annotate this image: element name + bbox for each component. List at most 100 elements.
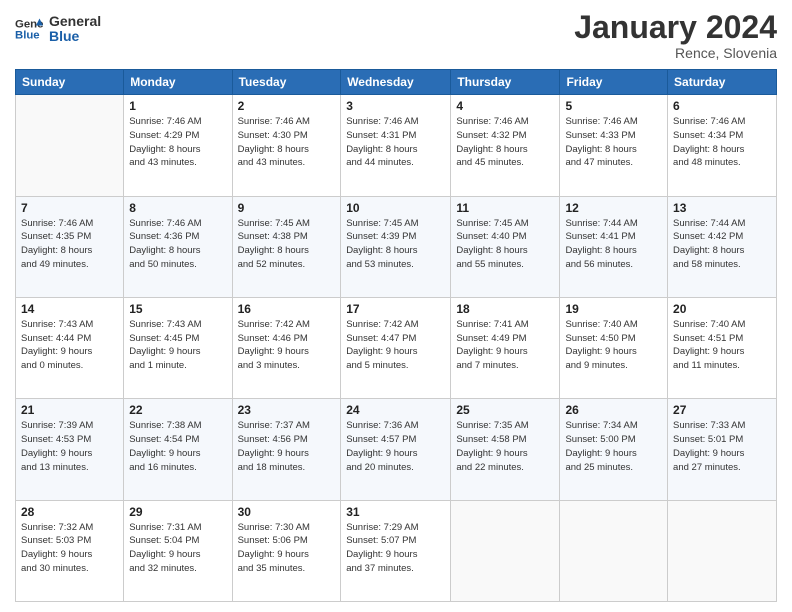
day-number: 30 bbox=[238, 505, 336, 519]
day-info: Sunrise: 7:38 AM Sunset: 4:54 PM Dayligh… bbox=[129, 419, 226, 474]
header-wednesday: Wednesday bbox=[341, 70, 451, 95]
day-info: Sunrise: 7:45 AM Sunset: 4:39 PM Dayligh… bbox=[346, 217, 445, 272]
day-cell: 1 Sunrise: 7:46 AM Sunset: 4:29 PM Daylig… bbox=[124, 95, 232, 196]
day-cell: 16Sunrise: 7:42 AM Sunset: 4:46 PM Dayli… bbox=[232, 297, 341, 398]
day-info: Sunrise: 7:40 AM Sunset: 4:50 PM Dayligh… bbox=[565, 318, 662, 373]
header-saturday: Saturday bbox=[668, 70, 777, 95]
location-title: Rence, Slovenia bbox=[574, 45, 777, 61]
month-title: January 2024 bbox=[574, 10, 777, 45]
day-info: Sunrise: 7:46 AM Sunset: 4:33 PM Dayligh… bbox=[565, 115, 662, 170]
day-info: Sunrise: 7:41 AM Sunset: 4:49 PM Dayligh… bbox=[456, 318, 554, 373]
day-info: Sunrise: 7:42 AM Sunset: 4:47 PM Dayligh… bbox=[346, 318, 445, 373]
header-sunday: Sunday bbox=[16, 70, 124, 95]
day-info: Sunrise: 7:45 AM Sunset: 4:38 PM Dayligh… bbox=[238, 217, 336, 272]
header-thursday: Thursday bbox=[451, 70, 560, 95]
logo-icon: General Blue bbox=[15, 15, 43, 43]
day-number: 11 bbox=[456, 201, 554, 215]
title-block: January 2024 Rence, Slovenia bbox=[574, 10, 777, 61]
day-cell: 3 Sunrise: 7:46 AM Sunset: 4:31 PM Daylig… bbox=[341, 95, 451, 196]
day-cell: 9 Sunrise: 7:45 AM Sunset: 4:38 PM Daylig… bbox=[232, 196, 341, 297]
day-cell: 25 Sunrise: 7:35 AM Sunset: 4:58 PM Dayli… bbox=[451, 399, 560, 500]
logo-blue-text: Blue bbox=[49, 29, 101, 44]
day-info: Sunrise: 7:40 AM Sunset: 4:51 PM Dayligh… bbox=[673, 318, 771, 373]
day-cell: 8Sunrise: 7:46 AM Sunset: 4:36 PM Daylig… bbox=[124, 196, 232, 297]
day-number: 15 bbox=[129, 302, 226, 316]
day-number: 14 bbox=[21, 302, 118, 316]
svg-text:Blue: Blue bbox=[15, 30, 40, 42]
day-number: 7 bbox=[21, 201, 118, 215]
day-cell: 27Sunrise: 7:33 AM Sunset: 5:01 PM Dayli… bbox=[668, 399, 777, 500]
day-number: 17 bbox=[346, 302, 445, 316]
day-info: Sunrise: 7:46 AM Sunset: 4:34 PM Dayligh… bbox=[673, 115, 771, 170]
day-cell: 22 Sunrise: 7:38 AM Sunset: 4:54 PM Dayli… bbox=[124, 399, 232, 500]
day-number: 2 bbox=[238, 99, 336, 113]
day-cell: 6 Sunrise: 7:46 AM Sunset: 4:34 PM Daylig… bbox=[668, 95, 777, 196]
day-number: 9 bbox=[238, 201, 336, 215]
logo-general-text: General bbox=[49, 14, 101, 29]
day-cell: 23 Sunrise: 7:37 AM Sunset: 4:56 PM Dayli… bbox=[232, 399, 341, 500]
day-cell: 12 Sunrise: 7:44 AM Sunset: 4:41 PM Dayli… bbox=[560, 196, 668, 297]
day-number: 19 bbox=[565, 302, 662, 316]
day-number: 1 bbox=[129, 99, 226, 113]
calendar-table: SundayMondayTuesdayWednesdayThursdayFrid… bbox=[15, 69, 777, 602]
day-cell: 14Sunrise: 7:43 AM Sunset: 4:44 PM Dayli… bbox=[16, 297, 124, 398]
day-cell: 18 Sunrise: 7:41 AM Sunset: 4:49 PM Dayli… bbox=[451, 297, 560, 398]
day-cell: 31Sunrise: 7:29 AM Sunset: 5:07 PM Dayli… bbox=[341, 500, 451, 601]
day-info: Sunrise: 7:29 AM Sunset: 5:07 PM Dayligh… bbox=[346, 521, 445, 576]
day-info: Sunrise: 7:45 AM Sunset: 4:40 PM Dayligh… bbox=[456, 217, 554, 272]
day-cell bbox=[451, 500, 560, 601]
day-number: 3 bbox=[346, 99, 445, 113]
day-number: 27 bbox=[673, 403, 771, 417]
day-cell bbox=[668, 500, 777, 601]
day-info: Sunrise: 7:46 AM Sunset: 4:31 PM Dayligh… bbox=[346, 115, 445, 170]
day-info: Sunrise: 7:32 AM Sunset: 5:03 PM Dayligh… bbox=[21, 521, 118, 576]
day-number: 4 bbox=[456, 99, 554, 113]
day-info: Sunrise: 7:46 AM Sunset: 4:32 PM Dayligh… bbox=[456, 115, 554, 170]
day-info: Sunrise: 7:44 AM Sunset: 4:42 PM Dayligh… bbox=[673, 217, 771, 272]
header-tuesday: Tuesday bbox=[232, 70, 341, 95]
day-cell: 11 Sunrise: 7:45 AM Sunset: 4:40 PM Dayli… bbox=[451, 196, 560, 297]
day-info: Sunrise: 7:37 AM Sunset: 4:56 PM Dayligh… bbox=[238, 419, 336, 474]
day-info: Sunrise: 7:46 AM Sunset: 4:29 PM Dayligh… bbox=[129, 115, 226, 170]
day-number: 28 bbox=[21, 505, 118, 519]
week-row-4: 28 Sunrise: 7:32 AM Sunset: 5:03 PM Dayli… bbox=[16, 500, 777, 601]
day-number: 24 bbox=[346, 403, 445, 417]
day-number: 21 bbox=[21, 403, 118, 417]
day-info: Sunrise: 7:43 AM Sunset: 4:45 PM Dayligh… bbox=[129, 318, 226, 373]
week-row-0: 1 Sunrise: 7:46 AM Sunset: 4:29 PM Daylig… bbox=[16, 95, 777, 196]
day-number: 18 bbox=[456, 302, 554, 316]
day-info: Sunrise: 7:35 AM Sunset: 4:58 PM Dayligh… bbox=[456, 419, 554, 474]
header-monday: Monday bbox=[124, 70, 232, 95]
day-number: 6 bbox=[673, 99, 771, 113]
day-info: Sunrise: 7:39 AM Sunset: 4:53 PM Dayligh… bbox=[21, 419, 118, 474]
week-row-1: 7 Sunrise: 7:46 AM Sunset: 4:35 PM Daylig… bbox=[16, 196, 777, 297]
day-info: Sunrise: 7:46 AM Sunset: 4:30 PM Dayligh… bbox=[238, 115, 336, 170]
day-cell bbox=[16, 95, 124, 196]
week-row-3: 21 Sunrise: 7:39 AM Sunset: 4:53 PM Dayli… bbox=[16, 399, 777, 500]
day-number: 25 bbox=[456, 403, 554, 417]
day-number: 13 bbox=[673, 201, 771, 215]
day-info: Sunrise: 7:36 AM Sunset: 4:57 PM Dayligh… bbox=[346, 419, 445, 474]
day-number: 8 bbox=[129, 201, 226, 215]
day-number: 22 bbox=[129, 403, 226, 417]
day-info: Sunrise: 7:31 AM Sunset: 5:04 PM Dayligh… bbox=[129, 521, 226, 576]
calendar-header-row: SundayMondayTuesdayWednesdayThursdayFrid… bbox=[16, 70, 777, 95]
day-info: Sunrise: 7:46 AM Sunset: 4:35 PM Dayligh… bbox=[21, 217, 118, 272]
day-info: Sunrise: 7:44 AM Sunset: 4:41 PM Dayligh… bbox=[565, 217, 662, 272]
day-info: Sunrise: 7:34 AM Sunset: 5:00 PM Dayligh… bbox=[565, 419, 662, 474]
day-number: 29 bbox=[129, 505, 226, 519]
day-cell: 19 Sunrise: 7:40 AM Sunset: 4:50 PM Dayli… bbox=[560, 297, 668, 398]
day-cell: 10 Sunrise: 7:45 AM Sunset: 4:39 PM Dayli… bbox=[341, 196, 451, 297]
day-number: 12 bbox=[565, 201, 662, 215]
day-number: 20 bbox=[673, 302, 771, 316]
header-friday: Friday bbox=[560, 70, 668, 95]
day-number: 5 bbox=[565, 99, 662, 113]
day-cell: 15 Sunrise: 7:43 AM Sunset: 4:45 PM Dayli… bbox=[124, 297, 232, 398]
day-cell: 20 Sunrise: 7:40 AM Sunset: 4:51 PM Dayli… bbox=[668, 297, 777, 398]
day-cell: 17 Sunrise: 7:42 AM Sunset: 4:47 PM Dayli… bbox=[341, 297, 451, 398]
day-cell: 26Sunrise: 7:34 AM Sunset: 5:00 PM Dayli… bbox=[560, 399, 668, 500]
day-cell: 29 Sunrise: 7:31 AM Sunset: 5:04 PM Dayli… bbox=[124, 500, 232, 601]
day-number: 23 bbox=[238, 403, 336, 417]
day-number: 10 bbox=[346, 201, 445, 215]
day-cell: 13 Sunrise: 7:44 AM Sunset: 4:42 PM Dayli… bbox=[668, 196, 777, 297]
